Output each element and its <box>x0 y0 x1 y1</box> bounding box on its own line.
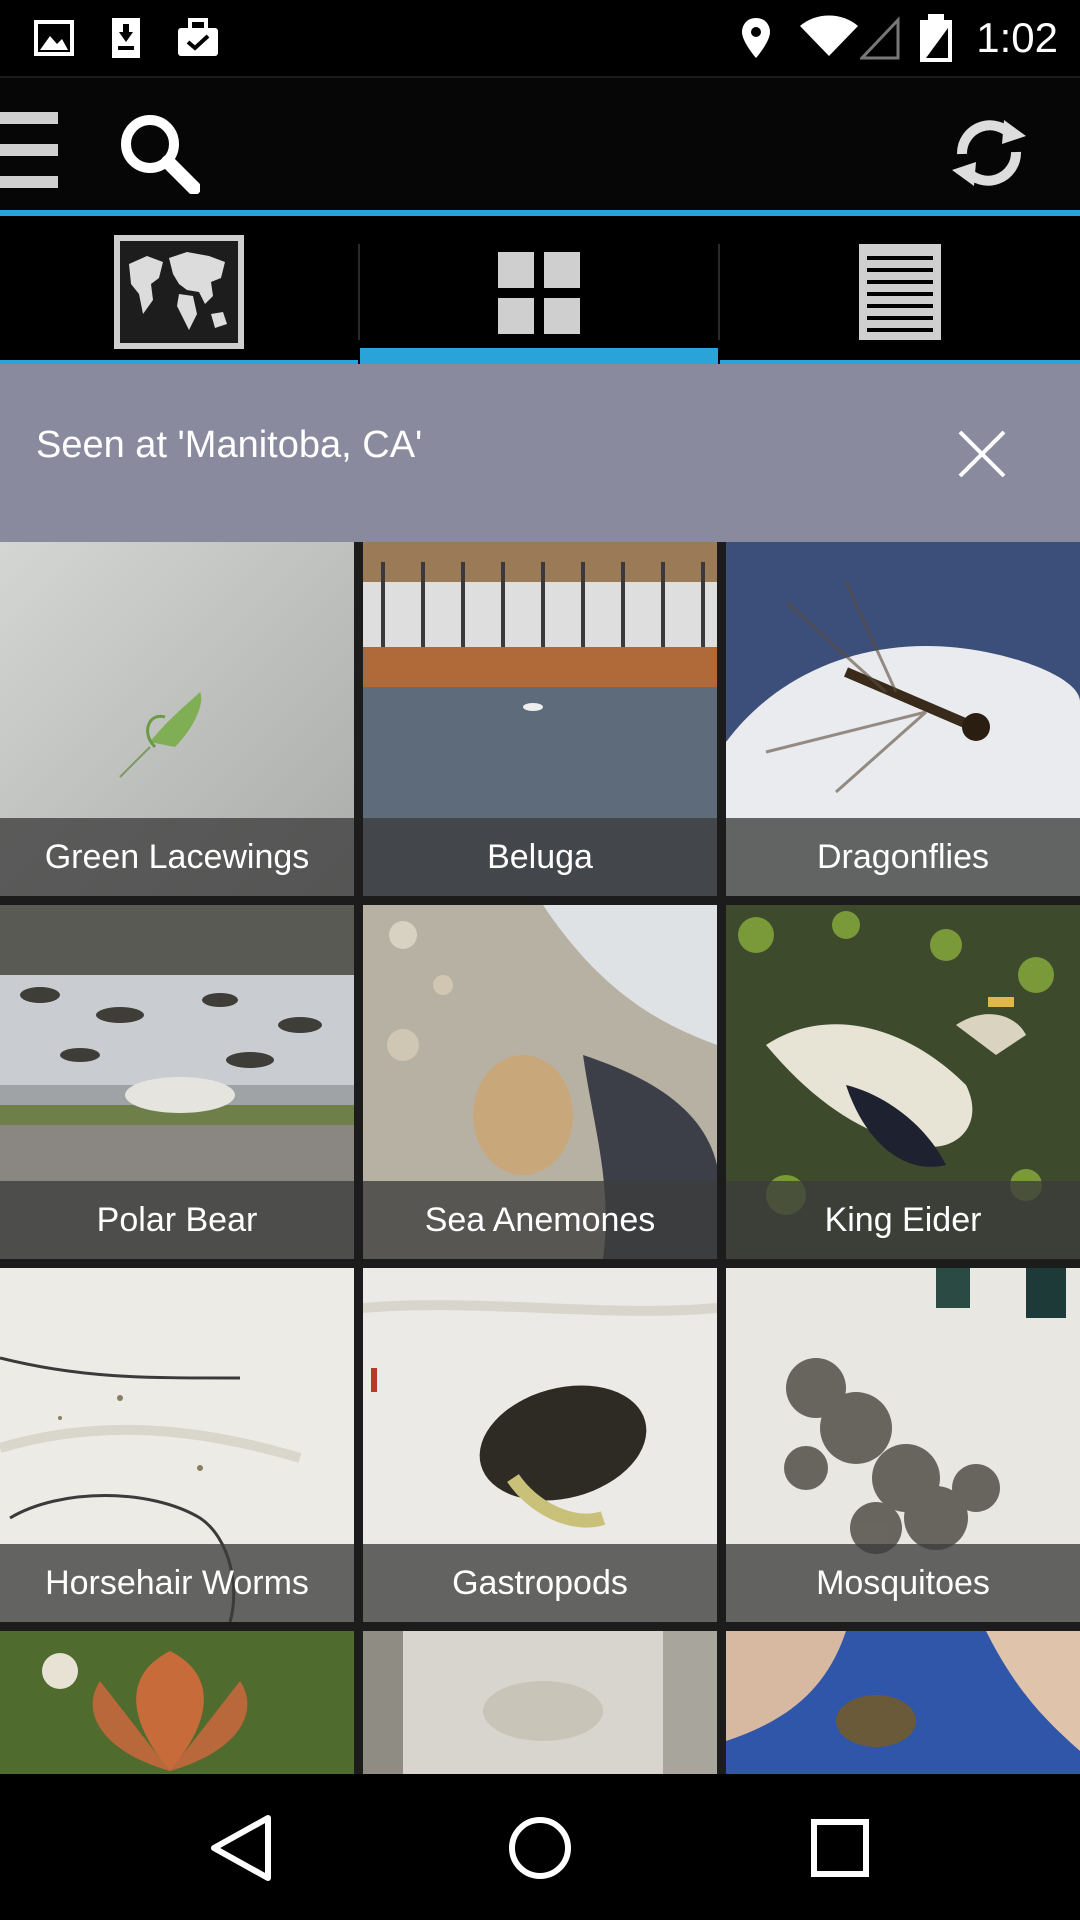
species-tile-jar[interactable] <box>363 1631 717 1774</box>
species-tile-frog[interactable] <box>726 1631 1080 1774</box>
frog-photo <box>726 1631 1080 1774</box>
species-tile-horsehair-worms[interactable]: Horsehair Worms <box>0 1268 354 1622</box>
recents-icon[interactable] <box>804 1812 876 1884</box>
species-tile-beluga[interactable]: Beluga <box>363 542 717 896</box>
species-label: Gastropods <box>363 1544 717 1622</box>
briefcase-check-icon <box>178 18 218 56</box>
battery-icon <box>920 14 952 62</box>
species-tile-dragonflies[interactable]: Dragonflies <box>726 542 1080 896</box>
download-icon <box>112 18 140 58</box>
action-bar-accent-line <box>0 210 1080 216</box>
species-tile-mosquitoes[interactable]: Mosquitoes <box>726 1268 1080 1622</box>
tab-grid[interactable] <box>360 220 718 364</box>
search-icon[interactable] <box>118 112 200 194</box>
species-tile-gastropods[interactable]: Gastropods <box>363 1268 717 1622</box>
plant-photo <box>0 1631 354 1774</box>
jar-photo <box>363 1631 717 1774</box>
species-label: Green Lacewings <box>0 818 354 896</box>
grid-icon <box>498 252 580 334</box>
species-label: Mosquitoes <box>726 1544 1080 1622</box>
location-icon <box>742 18 770 58</box>
world-map-icon <box>114 235 244 349</box>
tab-list[interactable] <box>720 220 1080 364</box>
filter-text: Seen at 'Manitoba, CA' <box>36 424 423 466</box>
tab-indicator-selected <box>360 348 718 364</box>
refresh-icon[interactable] <box>946 110 1032 196</box>
species-label: Horsehair Worms <box>0 1544 354 1622</box>
menu-icon[interactable] <box>0 108 62 194</box>
tab-map[interactable] <box>0 220 358 364</box>
action-bar <box>0 76 1080 216</box>
status-time: 1:02 <box>976 14 1058 61</box>
image-icon <box>34 20 74 56</box>
status-bar: 1:02 <box>0 0 1080 76</box>
species-tile-king-eider[interactable]: King Eider <box>726 905 1080 1259</box>
species-grid: Green Lacewings Beluga Dragonflies Polar… <box>0 542 1080 1774</box>
tab-bar <box>0 220 1080 364</box>
list-icon <box>859 244 941 340</box>
species-tile-polar-bear[interactable]: Polar Bear <box>0 905 354 1259</box>
wifi-icon <box>800 15 858 56</box>
back-icon[interactable] <box>206 1812 278 1884</box>
close-icon[interactable] <box>954 426 1010 482</box>
species-label: Dragonflies <box>726 818 1080 896</box>
signal-icon <box>860 16 900 60</box>
home-icon[interactable] <box>504 1812 576 1884</box>
filter-banner: Seen at 'Manitoba, CA' <box>0 364 1080 542</box>
navigation-bar <box>0 1776 1080 1920</box>
species-tile-plant[interactable] <box>0 1631 354 1774</box>
species-label: King Eider <box>726 1181 1080 1259</box>
species-label: Beluga <box>363 818 717 896</box>
species-label: Polar Bear <box>0 1181 354 1259</box>
species-tile-green-lacewings[interactable]: Green Lacewings <box>0 542 354 896</box>
species-label: Sea Anemones <box>363 1181 717 1259</box>
species-tile-sea-anemones[interactable]: Sea Anemones <box>363 905 717 1259</box>
